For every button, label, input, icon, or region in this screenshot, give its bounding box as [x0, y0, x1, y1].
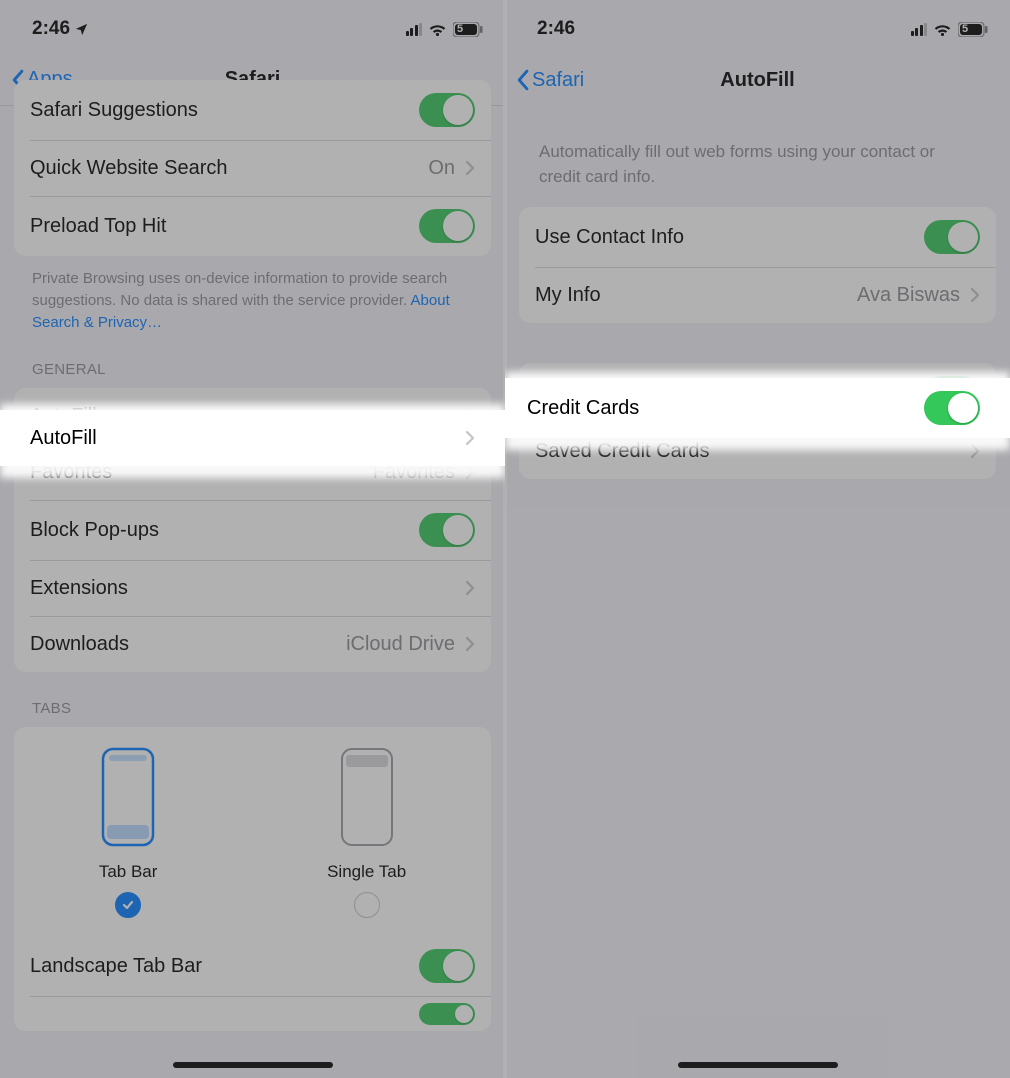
battery-icon: 5: [453, 22, 483, 37]
page-title: AutoFill: [505, 69, 1010, 92]
intro-text: Automatically fill out web forms using y…: [519, 106, 996, 207]
row-label: Block Pop-ups: [30, 519, 159, 542]
tab-option-label: Single Tab: [327, 862, 406, 882]
row-safari-suggestions[interactable]: Safari Suggestions: [14, 80, 491, 140]
chevron-right-icon: [465, 408, 475, 424]
toggle-safari-suggestions[interactable]: [419, 93, 475, 127]
location-icon: [74, 22, 89, 37]
right-screenshot: 2:46 5 Safari AutoFill Automatically fil…: [505, 0, 1010, 1078]
row-my-info[interactable]: My Info Ava Biswas: [519, 267, 996, 323]
row-value: On: [428, 157, 455, 180]
chevron-right-icon: [465, 464, 475, 480]
cellular-icon: [911, 23, 928, 36]
row-label: Preload Top Hit: [30, 215, 166, 238]
row-preload-top-hit[interactable]: Preload Top Hit: [14, 196, 491, 256]
status-bar: 2:46 5: [505, 0, 1010, 54]
row-use-contact-info[interactable]: Use Contact Info: [519, 207, 996, 267]
row-favorites[interactable]: Favorites Favorites: [14, 444, 491, 500]
row-label: Safari Suggestions: [30, 99, 198, 122]
battery-icon: 5: [958, 22, 988, 37]
status-bar: 2:46 5: [0, 0, 505, 54]
row-autofill[interactable]: AutoFill: [14, 388, 491, 444]
phone-single-tab-icon: [340, 747, 394, 847]
tab-option-single-tab[interactable]: Single Tab: [327, 747, 406, 918]
toggle-credit-cards[interactable]: [924, 376, 980, 410]
row-label: My Info: [535, 284, 601, 307]
chevron-right-icon: [465, 160, 475, 176]
left-screenshot: 2:46 5 Apps Safari Safari Suggestions: [0, 0, 505, 1078]
row-value: Favorites: [373, 461, 455, 484]
toggle-block-popups[interactable]: [419, 513, 475, 547]
phone-tab-bar-icon: [101, 747, 155, 847]
tab-option-label: Tab Bar: [99, 862, 158, 882]
row-label: Landscape Tab Bar: [30, 955, 202, 978]
screenshot-divider: [503, 0, 507, 1078]
home-indicator[interactable]: [678, 1062, 838, 1068]
wifi-icon: [933, 22, 952, 36]
row-downloads[interactable]: Downloads iCloud Drive: [14, 616, 491, 672]
battery-number: 5: [457, 23, 463, 35]
chevron-right-icon: [970, 287, 980, 303]
footer-text: Private Browsing uses on-device informat…: [32, 270, 447, 309]
row-label: Downloads: [30, 633, 129, 656]
row-credit-cards[interactable]: Credit Cards: [519, 363, 996, 423]
status-time: 2:46: [537, 18, 575, 40]
privacy-footer: Private Browsing uses on-device informat…: [14, 256, 491, 333]
row-label: Saved Credit Cards: [535, 440, 710, 463]
row-block-popups[interactable]: Block Pop-ups: [14, 500, 491, 560]
chevron-right-icon: [465, 580, 475, 596]
wifi-icon: [428, 22, 447, 36]
nav-bar: Safari AutoFill: [505, 54, 1010, 106]
row-landscape-tab-bar[interactable]: Landscape Tab Bar: [14, 936, 491, 996]
toggle-preload-top-hit[interactable]: [419, 209, 475, 243]
home-indicator[interactable]: [173, 1062, 333, 1068]
section-header-general: GENERAL: [14, 333, 491, 388]
cellular-icon: [406, 23, 423, 36]
row-label: Use Contact Info: [535, 226, 684, 249]
row-label: AutoFill: [30, 405, 97, 428]
tab-option-tab-bar[interactable]: Tab Bar: [99, 747, 158, 918]
row-label: Credit Cards: [535, 382, 647, 405]
row-extensions[interactable]: Extensions: [14, 560, 491, 616]
row-value: iCloud Drive: [346, 633, 455, 656]
row-label: Quick Website Search: [30, 157, 228, 180]
radio-unchecked-icon[interactable]: [354, 892, 380, 918]
toggle-partial[interactable]: [419, 1003, 475, 1025]
section-header-tabs: TABS: [14, 672, 491, 727]
toggle-use-contact-info[interactable]: [924, 220, 980, 254]
row-label: Extensions: [30, 577, 128, 600]
chevron-right-icon: [465, 636, 475, 652]
battery-number: 5: [962, 23, 968, 35]
row-label: Favorites: [30, 461, 112, 484]
tab-layout-picker: Tab Bar Single Tab: [14, 727, 491, 936]
row-value: Ava Biswas: [857, 284, 960, 307]
row-label: [30, 1002, 36, 1025]
toggle-landscape-tab-bar[interactable]: [419, 949, 475, 983]
row-quick-website-search[interactable]: Quick Website Search On: [14, 140, 491, 196]
row-saved-credit-cards[interactable]: Saved Credit Cards: [519, 423, 996, 479]
row-partial-next[interactable]: [14, 996, 491, 1031]
radio-checked-icon[interactable]: [115, 892, 141, 918]
status-time: 2:46: [32, 18, 70, 40]
chevron-right-icon: [970, 443, 980, 459]
